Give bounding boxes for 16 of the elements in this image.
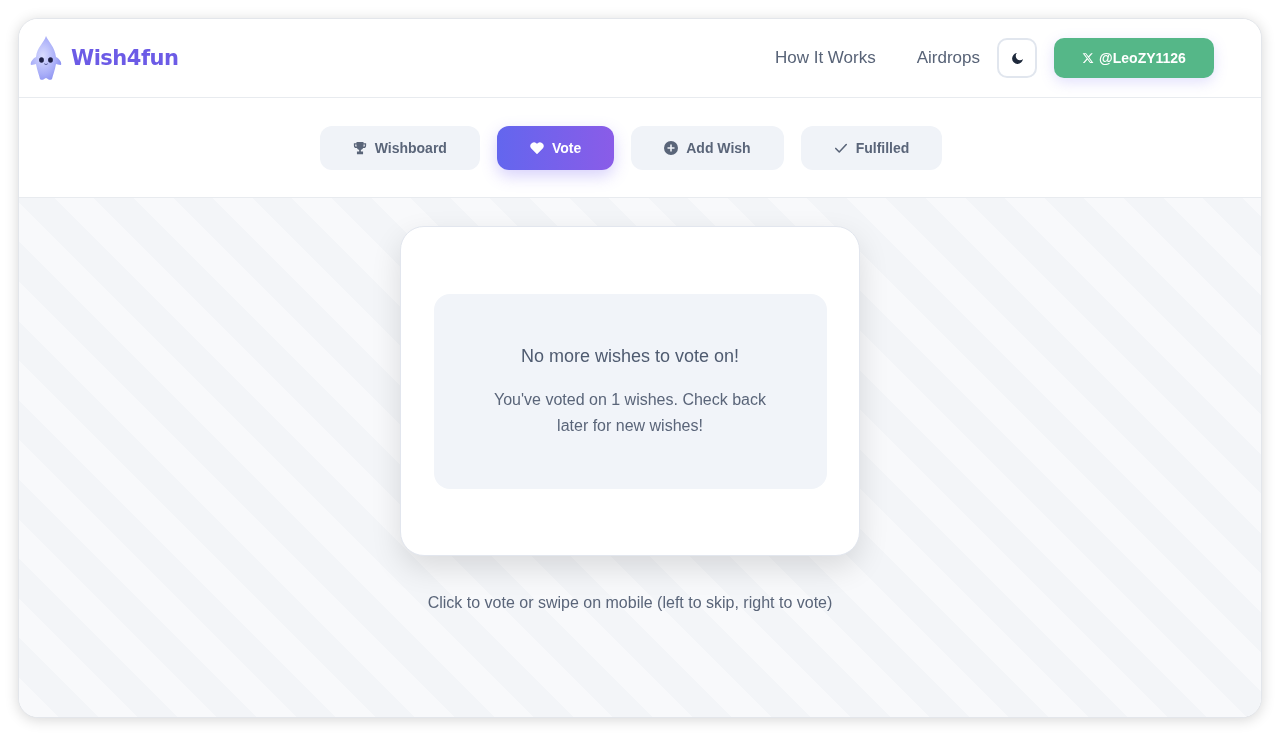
hint-text: Click to vote or swipe on mobile (left to skip, right to vote) xyxy=(427,594,833,612)
heart-icon xyxy=(529,140,544,155)
tab[interactable]: Vote xyxy=(496,125,615,170)
logo-text[interactable]: Wish4fun xyxy=(71,46,179,70)
theme-toggle-button[interactable] xyxy=(997,38,1037,78)
moon-icon xyxy=(1010,51,1024,65)
nav-link[interactable]: Airdrops xyxy=(916,48,980,68)
nav-link[interactable]: How It Works xyxy=(774,48,876,68)
tab[interactable]: Add Wish xyxy=(631,125,784,170)
empty-state-title: No more wishes to vote on! xyxy=(520,344,740,368)
tab[interactable]: Fulfilled xyxy=(800,125,943,170)
tab[interactable]: Wishboard xyxy=(319,125,480,170)
trophy-icon xyxy=(352,140,367,155)
droplet-mascot-icon xyxy=(30,35,62,81)
empty-state-message: You've voted on 1 wishes. Check back later for new wishes! xyxy=(493,389,767,436)
x-logo-icon xyxy=(1082,52,1095,64)
